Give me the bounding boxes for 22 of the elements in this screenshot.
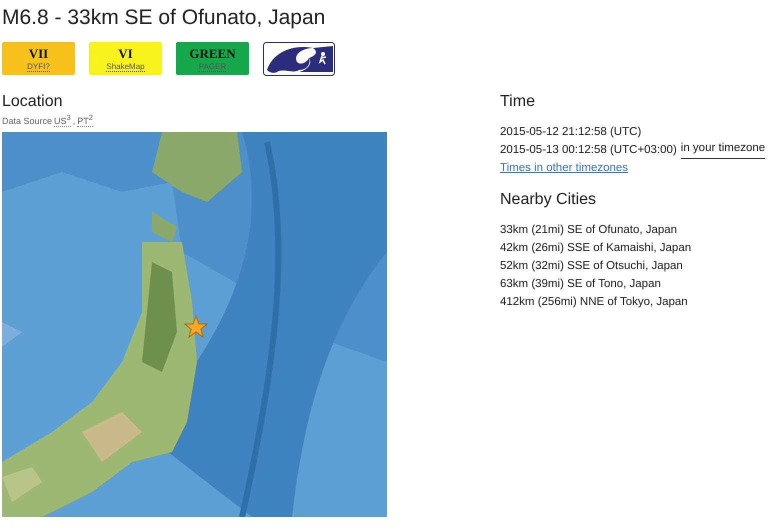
section-heading: Nearby Cities xyxy=(500,191,598,209)
summary-badge[interactable]: VI ShakeMap xyxy=(89,42,162,75)
separator: , xyxy=(72,116,76,126)
nearby-city: 63km (39mi) SE of Tono, Japan xyxy=(500,277,661,292)
nearby-city: 33km (21mi) SE of Ofunato, Japan xyxy=(500,223,678,238)
nearby-city: 42km (26mi) SSE of Kamaishi, Japan xyxy=(500,241,692,256)
utc-time: 2015-05-12 21:12:58 (UTC) xyxy=(500,125,642,140)
epicenter-star-icon xyxy=(184,315,208,339)
tsunami-wave-icon[interactable] xyxy=(263,42,335,76)
summary-badge[interactable]: VII DYFI? xyxy=(2,42,75,75)
section-heading: Time xyxy=(500,93,536,111)
local-time: 2015-05-13 00:12:58 (UTC+03:00) xyxy=(500,143,677,158)
summary-badge[interactable]: GREEN PAGER xyxy=(176,42,249,75)
section-heading: Location xyxy=(2,93,64,111)
timezone-link[interactable]: in your timezone xyxy=(680,141,766,159)
source-link[interactable]: PT$^{2}$ xyxy=(77,113,93,127)
data-source-label: Data Source xyxy=(2,116,52,126)
other-timezones-link[interactable]: Times in other timezones xyxy=(500,159,628,177)
page-title: M6.8 - 33km SE of Ofunato, Japan xyxy=(2,6,326,30)
source-link[interactable]: US$^{3}$ xyxy=(54,113,71,127)
nearby-city: 412km (256mi) NNE of Tokyo, Japan xyxy=(500,295,688,310)
nearby-city: 52km (32mi) SSE of Otsuchi, Japan xyxy=(500,259,683,274)
